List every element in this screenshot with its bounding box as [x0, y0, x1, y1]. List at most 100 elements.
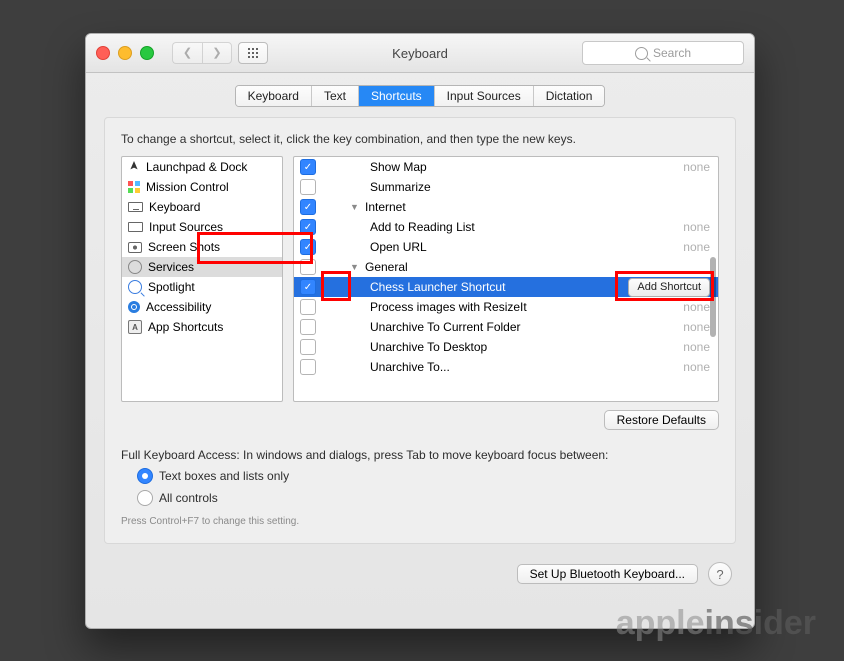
category-label: Spotlight: [148, 280, 195, 294]
item-label: Summarize: [370, 180, 710, 194]
item-label: General: [365, 260, 710, 274]
category-accessibility[interactable]: Accessibility: [122, 297, 282, 317]
service-item[interactable]: Unarchive To Desktop none: [294, 337, 718, 357]
checkbox[interactable]: [300, 339, 316, 355]
tab-keyboard[interactable]: Keyboard: [236, 86, 312, 106]
category-launchpad-dock[interactable]: Launchpad & Dock: [122, 157, 282, 177]
radio-icon: [137, 468, 153, 484]
category-app-shortcuts[interactable]: A App Shortcuts: [122, 317, 282, 337]
nav-back-button[interactable]: ❮: [172, 42, 202, 64]
setup-bluetooth-keyboard-button[interactable]: Set Up Bluetooth Keyboard...: [517, 564, 698, 584]
search-placeholder: Search: [653, 46, 691, 60]
service-item[interactable]: Add to Reading Listnone: [294, 217, 718, 237]
help-button[interactable]: ?: [708, 562, 732, 586]
show-all-button[interactable]: [238, 42, 268, 64]
disclosure-triangle-icon[interactable]: ▼: [350, 262, 359, 272]
checkbox[interactable]: [300, 359, 316, 375]
preferences-window: ❮ ❯ Keyboard Search Keyboard Text Shortc…: [85, 33, 755, 629]
tab-text[interactable]: Text: [312, 86, 359, 106]
flag-icon: [128, 222, 143, 232]
close-window-button[interactable]: [96, 46, 110, 60]
tab-shortcuts[interactable]: Shortcuts: [359, 86, 435, 106]
checkbox[interactable]: [300, 199, 316, 215]
category-input-sources[interactable]: Input Sources: [122, 217, 282, 237]
disclosure-triangle-icon[interactable]: ▼: [350, 202, 359, 212]
service-item[interactable]: Summarize: [294, 177, 718, 197]
tab-input-sources[interactable]: Input Sources: [435, 86, 534, 106]
radio-icon: [137, 490, 153, 506]
radio-label: Text boxes and lists only: [159, 469, 289, 483]
service-group[interactable]: ▼ General: [294, 257, 718, 277]
grid-icon: [128, 181, 140, 193]
item-label: Chess Launcher Shortcut: [370, 280, 622, 294]
radio-text-boxes-only[interactable]: Text boxes and lists only: [137, 468, 719, 484]
service-item[interactable]: Chess Launcher Shortcut Add Shortcut: [294, 277, 718, 297]
category-keyboard[interactable]: Keyboard: [122, 197, 282, 217]
category-services[interactable]: Services: [122, 257, 282, 277]
service-item[interactable]: Process images with ResizeItnone: [294, 297, 718, 317]
category-label: Mission Control: [146, 180, 229, 194]
keyboard-access-heading: Full Keyboard Access: In windows and dia…: [121, 448, 719, 462]
shortcut-value: none: [683, 360, 710, 374]
footer-row: Set Up Bluetooth Keyboard... ?: [86, 562, 754, 586]
nav-forward-button[interactable]: ❯: [202, 42, 232, 64]
checkbox[interactable]: [300, 159, 316, 175]
item-label: Unarchive To Desktop: [370, 340, 677, 354]
shortcut-value: none: [683, 320, 710, 334]
item-label: Show Map: [370, 160, 677, 174]
checkbox[interactable]: [300, 219, 316, 235]
tab-dictation[interactable]: Dictation: [534, 86, 605, 106]
service-item[interactable]: Open URLnone: [294, 237, 718, 257]
item-label: Internet: [365, 200, 710, 214]
pane-tabs: Keyboard Text Shortcuts Input Sources Di…: [235, 85, 606, 107]
category-label: Launchpad & Dock: [146, 160, 247, 174]
checkbox[interactable]: [300, 239, 316, 255]
category-label: Screen Shots: [148, 240, 220, 254]
category-screen-shots[interactable]: Screen Shots: [122, 237, 282, 257]
shortcut-value: none: [683, 160, 710, 174]
as-icon: A: [128, 320, 142, 334]
service-item[interactable]: Unarchive To Current Foldernone: [294, 317, 718, 337]
nav-cluster: ❮ ❯: [172, 42, 232, 64]
category-label: Input Sources: [149, 220, 223, 234]
category-label: App Shortcuts: [148, 320, 223, 334]
radio-label: All controls: [159, 491, 218, 505]
gear-icon: [128, 260, 142, 274]
rocket-icon: [128, 161, 140, 173]
service-item[interactable]: Unarchive To... none: [294, 357, 718, 377]
scrollbar-thumb[interactable]: [710, 257, 716, 337]
category-list[interactable]: Launchpad & Dock Mission Control Keyboard I…: [121, 156, 283, 402]
shortcut-list[interactable]: Show Map none Summarize ▼ Internet Add to Rea…: [293, 156, 719, 402]
keyboard-access-hint: Press Control+F7 to change this setting.: [121, 516, 719, 527]
add-shortcut-button[interactable]: Add Shortcut: [628, 278, 710, 297]
chevron-left-icon: ❮: [183, 48, 192, 59]
instruction-label: To change a shortcut, select it, click t…: [121, 132, 719, 146]
restore-defaults-button[interactable]: Restore Defaults: [604, 410, 719, 430]
cam-icon: [128, 242, 142, 253]
category-label: Keyboard: [149, 200, 200, 214]
item-label: Unarchive To...: [370, 360, 677, 374]
service-item[interactable]: Show Map none: [294, 157, 718, 177]
checkbox[interactable]: [300, 319, 316, 335]
spot-icon: [128, 280, 142, 294]
shortcuts-panel: To change a shortcut, select it, click t…: [104, 117, 736, 544]
radio-all-controls[interactable]: All controls: [137, 490, 719, 506]
minimize-window-button[interactable]: [118, 46, 132, 60]
grid-icon: [247, 47, 259, 59]
checkbox[interactable]: [300, 179, 316, 195]
category-label: Services: [148, 260, 194, 274]
item-label: Add to Reading List: [370, 220, 677, 234]
checkbox[interactable]: [300, 299, 316, 315]
category-label: Accessibility: [146, 300, 211, 314]
search-field[interactable]: Search: [582, 41, 744, 65]
category-spotlight[interactable]: Spotlight: [122, 277, 282, 297]
checkbox[interactable]: [300, 279, 316, 295]
watermark: appleinsider: [616, 604, 816, 643]
category-mission-control[interactable]: Mission Control: [122, 177, 282, 197]
service-group[interactable]: ▼ Internet: [294, 197, 718, 217]
zoom-window-button[interactable]: [140, 46, 154, 60]
item-label: Process images with ResizeIt: [370, 300, 677, 314]
shortcut-value: none: [683, 340, 710, 354]
search-icon: [635, 47, 648, 60]
checkbox[interactable]: [300, 259, 316, 275]
